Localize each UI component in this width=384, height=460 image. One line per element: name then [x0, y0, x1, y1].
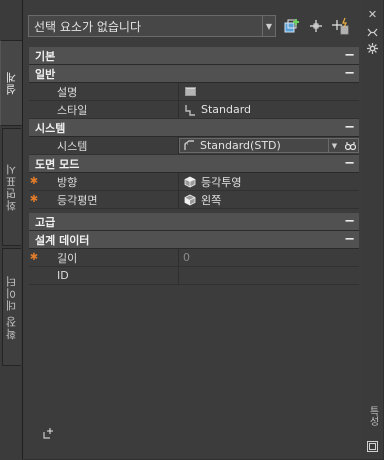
cube-icon	[183, 193, 197, 207]
tab-design[interactable]: 설계	[0, 40, 22, 126]
category-design-data-label: 설계 데이터	[35, 233, 90, 247]
property-row-system[interactable]: 시스템 Standard(STD) ▼	[29, 137, 359, 155]
cube-icon	[183, 175, 197, 189]
select-objects-icon[interactable]	[306, 16, 326, 36]
tab-display[interactable]: 화면표시	[2, 128, 21, 246]
quick-select-icon[interactable]	[330, 16, 350, 36]
property-row-id[interactable]: ID	[29, 267, 359, 285]
property-row-style[interactable]: 스타일 Standard	[29, 101, 359, 119]
description-icon[interactable]	[183, 85, 197, 99]
property-grid: 기본 − 일반 − 설명 스타일 Standard 시스템 − 시스템 Stan…	[29, 47, 359, 285]
property-name: ID	[39, 267, 179, 284]
required-star-icon: ✱	[29, 193, 39, 205]
collapse-icon[interactable]: −	[344, 67, 355, 80]
property-name: 스타일	[39, 101, 179, 118]
collapse-icon[interactable]: −	[344, 233, 355, 246]
tab-extended-data-label: 확장 데이터	[5, 274, 18, 340]
binoculars-icon[interactable]	[344, 140, 356, 152]
category-basic[interactable]: 기본 −	[29, 47, 359, 65]
collapse-icon[interactable]: −	[344, 157, 355, 170]
property-value[interactable]: Standard	[179, 101, 359, 118]
property-value[interactable]: 0	[179, 249, 359, 266]
category-system-label: 시스템	[35, 121, 66, 135]
properties-menu-icon[interactable]	[366, 42, 379, 55]
category-system[interactable]: 시스템 −	[29, 119, 359, 137]
property-name: 등각평면	[39, 191, 179, 208]
tab-display-label: 화면표시	[5, 163, 18, 211]
add-property-icon[interactable]	[41, 427, 55, 441]
category-general-label: 일반	[35, 67, 56, 81]
property-name: 시스템	[39, 137, 179, 154]
auto-hide-icon[interactable]	[366, 26, 379, 39]
category-advanced[interactable]: 고급 −	[29, 213, 359, 231]
palette-settings-icon[interactable]	[366, 440, 379, 453]
chevron-down-icon[interactable]: ▼	[328, 139, 340, 153]
collapse-icon[interactable]: −	[344, 215, 355, 228]
property-value[interactable]: 왼쪽	[179, 191, 359, 208]
property-row-orientation[interactable]: ✱ 방향 등각투영	[29, 173, 359, 191]
category-drawing-mode-label: 도면 모드	[35, 157, 80, 171]
property-row-length[interactable]: ✱ 길이 0	[29, 249, 359, 267]
tab-design-label: 설계	[4, 71, 18, 95]
palette-title: 특성	[367, 406, 378, 426]
left-tab-strip: 설계 화면표시 확장 데이터	[0, 0, 22, 460]
system-style-icon	[182, 139, 196, 153]
category-advanced-label: 고급	[35, 215, 56, 229]
style-icon	[183, 103, 197, 117]
chevron-down-icon[interactable]: ▼	[262, 16, 275, 36]
category-general[interactable]: 일반 −	[29, 65, 359, 83]
category-design-data[interactable]: 설계 데이터 −	[29, 231, 359, 249]
system-dropdown[interactable]: Standard(STD) ▼	[179, 138, 359, 153]
property-row-description[interactable]: 설명	[29, 83, 359, 101]
required-star-icon: ✱	[29, 251, 39, 263]
collapse-icon[interactable]: −	[344, 121, 355, 134]
properties-panel: 선택 요소가 없습니다 ▼ 기본 − 일반 − 설명 스타일 Standard …	[22, 0, 362, 459]
property-value[interactable]: 등각투영	[179, 173, 359, 190]
property-name: 방향	[39, 173, 179, 190]
property-value[interactable]	[179, 267, 359, 284]
collapse-icon[interactable]: −	[344, 49, 355, 62]
right-title-strip: ✕ 특성	[362, 0, 383, 459]
selection-dropdown[interactable]: 선택 요소가 없습니다 ▼	[28, 15, 276, 37]
property-name: 설명	[39, 83, 179, 100]
tab-extended-data[interactable]: 확장 데이터	[2, 248, 21, 366]
selection-dropdown-value: 선택 요소가 없습니다	[34, 19, 141, 34]
close-icon[interactable]: ✕	[366, 8, 379, 21]
property-name: 길이	[39, 249, 179, 266]
category-drawing-mode[interactable]: 도면 모드 −	[29, 155, 359, 173]
category-basic-label: 기본	[35, 49, 56, 63]
selection-toolbar: 선택 요소가 없습니다 ▼	[23, 0, 363, 44]
property-value[interactable]	[179, 83, 359, 100]
required-star-icon: ✱	[29, 175, 39, 187]
add-to-selection-icon[interactable]	[282, 16, 302, 36]
property-row-isoplane[interactable]: ✱ 등각평면 왼쪽	[29, 191, 359, 209]
